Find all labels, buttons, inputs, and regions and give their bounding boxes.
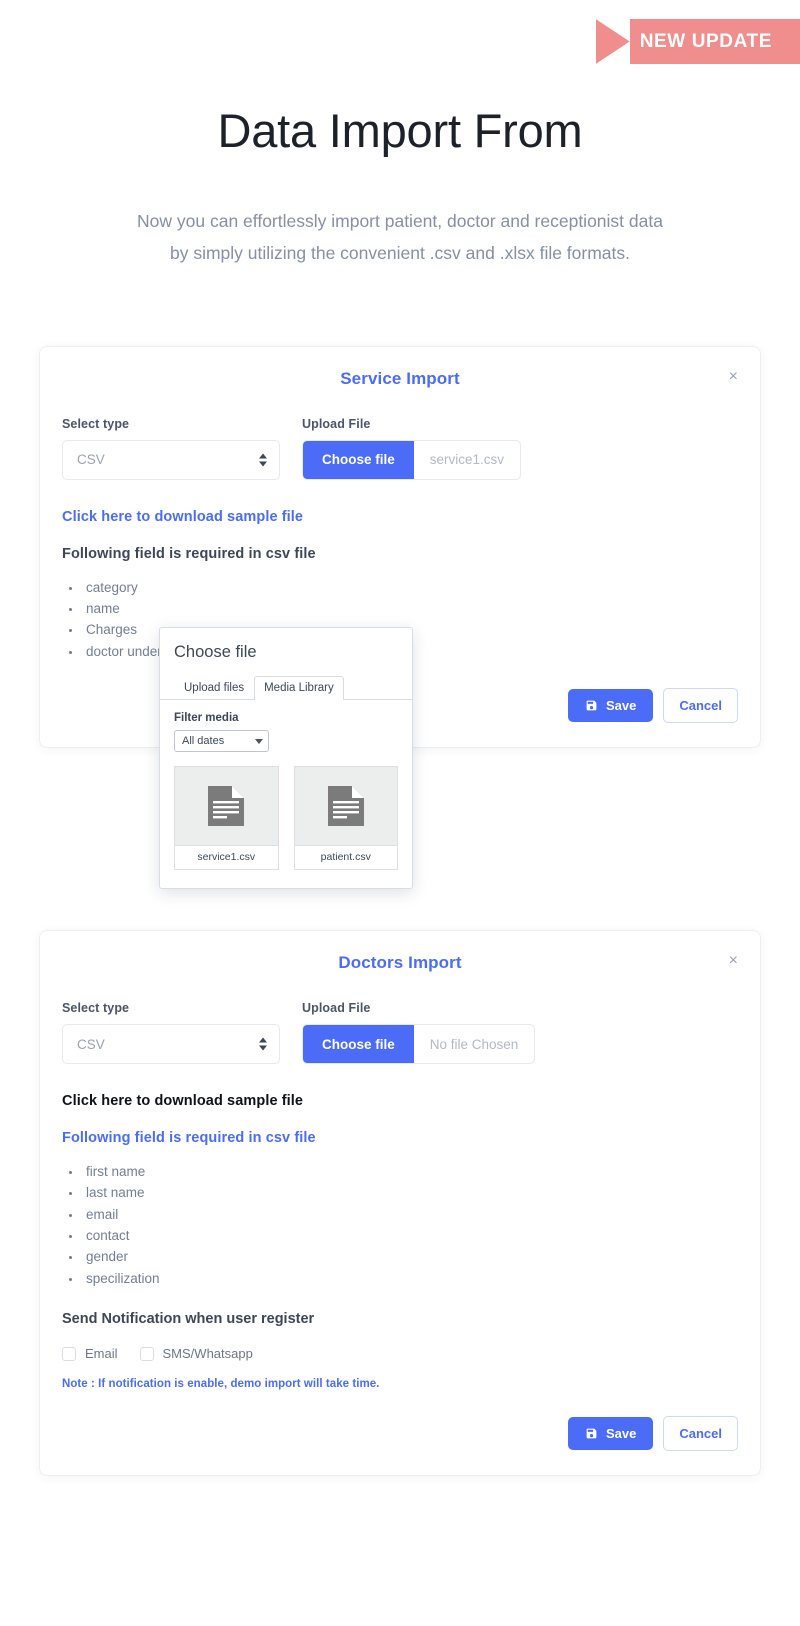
list-item: category: [82, 577, 738, 598]
select-type-value: CSV: [77, 452, 105, 468]
sort-arrows-icon: [259, 453, 267, 467]
tab-upload-files[interactable]: Upload files: [174, 676, 254, 700]
document-icon: [327, 786, 364, 826]
close-icon[interactable]: ×: [729, 953, 738, 969]
media-thumbnail: [294, 767, 397, 845]
upload-file-label: Upload File: [302, 1001, 371, 1016]
chosen-file-name: service1.csv: [429, 452, 505, 468]
checkbox-box-icon[interactable]: [139, 1346, 154, 1361]
filter-media-select[interactable]: All dates: [174, 730, 269, 752]
select-type-label: Select type: [62, 1001, 130, 1016]
list-item: email: [82, 1204, 738, 1225]
floppy-disk-icon: [586, 700, 597, 711]
form-row: Select type CSV Upload File Choose file …: [62, 1001, 738, 1065]
select-type-group: Select type CSV: [62, 1001, 280, 1065]
media-item[interactable]: patient.csv: [293, 766, 398, 870]
new-update-ribbon: NEW UPDATE: [595, 19, 800, 64]
upload-file-group: Upload File Choose file service1.csv: [302, 417, 738, 480]
media-item-name: patient.csv: [294, 845, 397, 869]
floppy-disk-icon: [586, 1428, 597, 1439]
ribbon-body: NEW UPDATE: [629, 19, 800, 64]
checkbox-email-label: Email: [85, 1346, 118, 1362]
checkbox-sms-whatsapp[interactable]: SMS/Whatsapp: [139, 1346, 253, 1362]
choose-file-button[interactable]: Choose file: [303, 1025, 414, 1064]
required-fields-title: Following field is required in csv file: [62, 545, 316, 562]
download-sample-link[interactable]: Click here to download sample file: [62, 509, 738, 525]
list-item: last name: [82, 1182, 738, 1203]
checkbox-box-icon[interactable]: [62, 1346, 76, 1361]
media-item[interactable]: service1.csv: [174, 766, 279, 870]
card-header: Service Import ×: [40, 347, 760, 395]
media-thumbnail: [175, 767, 278, 845]
ribbon-notch: [595, 19, 630, 64]
popup-tabs: Upload files Media Library: [160, 676, 412, 700]
chevron-down-icon: [255, 738, 263, 744]
card-title: Doctors Import: [338, 953, 462, 973]
card-header: Doctors Import ×: [40, 931, 760, 979]
ribbon-label: NEW UPDATE: [639, 30, 772, 52]
doctors-import-card: Doctors Import × Select type CSV Upload …: [39, 930, 761, 1477]
select-type-dropdown[interactable]: CSV: [62, 1024, 280, 1065]
select-type-label: Select type: [62, 416, 130, 431]
required-fields-title: Following field is required in csv file: [62, 1130, 316, 1147]
cancel-button[interactable]: Cancel: [663, 688, 738, 724]
filter-media-label: Filter media: [174, 712, 239, 724]
close-icon[interactable]: ×: [729, 368, 738, 385]
card-footer: Save Cancel: [40, 1390, 760, 1475]
card-body: Select type CSV Upload File Choose file …: [40, 979, 760, 1390]
upload-file-label: Upload File: [302, 416, 371, 431]
file-input[interactable]: Choose file service1.csv: [302, 439, 522, 480]
upload-file-group: Upload File Choose file No file Chosen: [302, 1001, 738, 1065]
select-type-group: Select type CSV: [62, 417, 280, 480]
list-item: first name: [82, 1161, 738, 1182]
list-item: gender: [82, 1246, 738, 1267]
list-item: contact: [82, 1225, 738, 1246]
checkbox-email[interactable]: Email: [62, 1346, 118, 1361]
page-description: Now you can effortlessly import patient,…: [137, 211, 663, 263]
chosen-file-name: No file Chosen: [429, 1036, 519, 1052]
choose-file-button[interactable]: Choose file: [303, 440, 414, 479]
cancel-button[interactable]: Cancel: [663, 1416, 738, 1452]
filter-media-value: All dates: [182, 735, 225, 747]
notification-note: Note : If notification is enable, demo i…: [62, 1378, 380, 1391]
form-row: Select type CSV Upload File Choose file …: [62, 417, 738, 480]
media-item-name: service1.csv: [175, 845, 278, 869]
choose-file-popup: Choose file Upload files Media Library F…: [159, 627, 413, 889]
save-button-label: Save: [605, 1426, 637, 1442]
notification-title: Send Notification when user register: [62, 1311, 315, 1328]
card-title: Service Import: [340, 368, 460, 388]
file-input[interactable]: Choose file No file Chosen: [302, 1024, 536, 1065]
select-type-value: CSV: [77, 1036, 105, 1052]
page-title: Data Import From: [217, 104, 583, 157]
select-type-dropdown[interactable]: CSV: [62, 439, 280, 480]
popup-title: Choose file: [174, 643, 257, 661]
checkbox-sms-label: SMS/Whatsapp: [162, 1346, 253, 1362]
list-item: name: [82, 598, 738, 619]
save-button[interactable]: Save: [567, 689, 654, 723]
save-button-label: Save: [605, 698, 637, 714]
notification-checkbox-row: Email SMS/Whatsapp: [62, 1346, 738, 1361]
list-item: specilization: [82, 1268, 738, 1289]
required-fields-list: first name last name email contact gende…: [82, 1161, 738, 1289]
media-grid: service1.csv patient.csv: [174, 766, 398, 870]
save-button[interactable]: Save: [567, 1417, 654, 1451]
sort-arrows-icon: [259, 1037, 267, 1051]
tab-media-library[interactable]: Media Library: [254, 676, 344, 700]
document-icon: [208, 786, 245, 826]
download-sample-link[interactable]: Click here to download sample file: [62, 1093, 738, 1109]
card-body: Select type CSV Upload File Choose file …: [40, 395, 760, 662]
